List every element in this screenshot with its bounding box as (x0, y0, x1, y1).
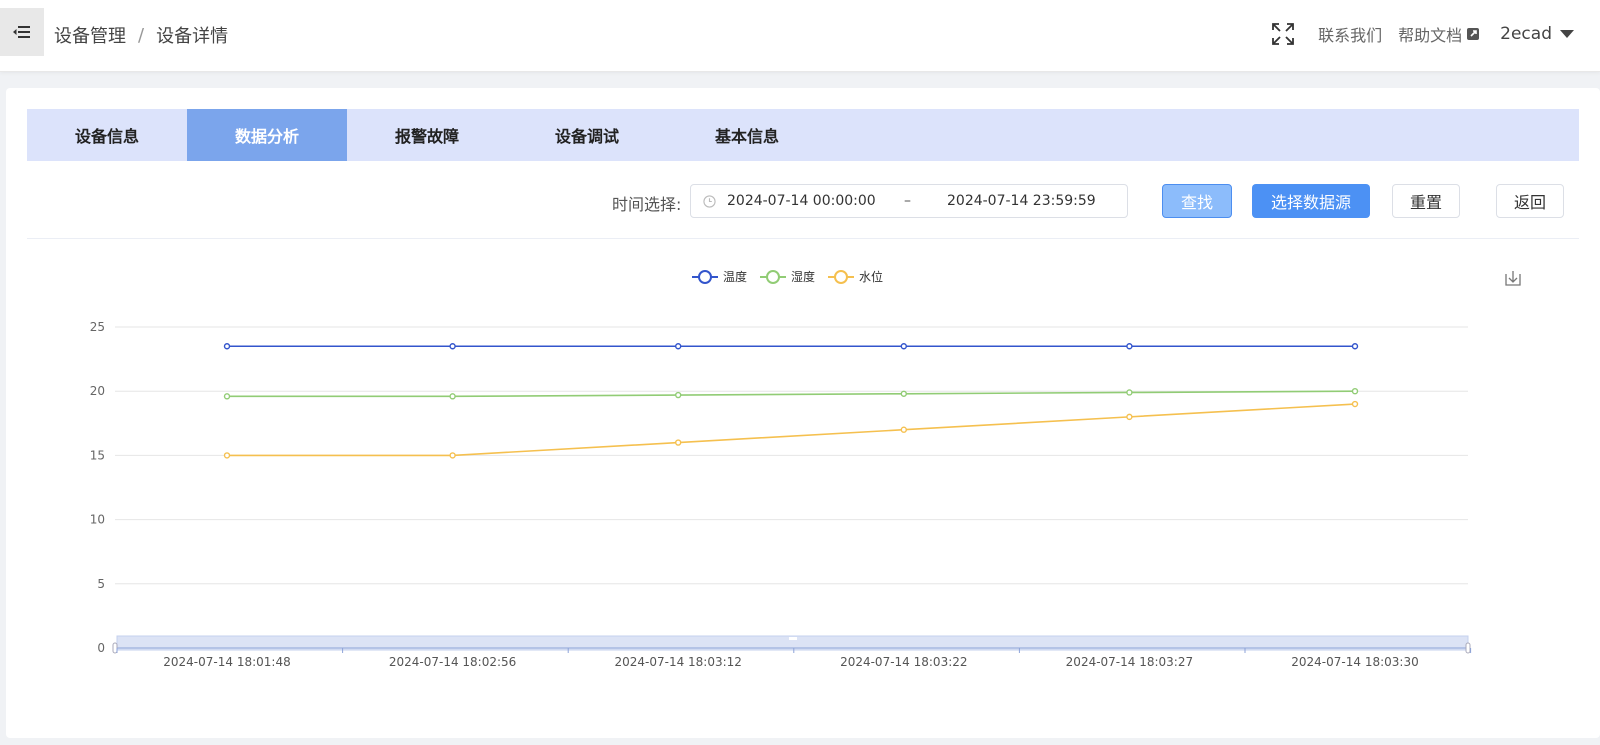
caret-down-icon (1560, 30, 1574, 38)
data-point[interactable] (223, 452, 231, 459)
menu-toggle-button[interactable] (0, 8, 44, 56)
data-point[interactable] (900, 390, 907, 397)
x-tick-label: 2024-07-14 18:03:12 (614, 655, 741, 669)
main-card: 设备信息 数据分析 报警故障 设备调试 基本信息 时间选择: 2024-07-1… (6, 88, 1600, 738)
user-menu[interactable]: 2ecad (1500, 24, 1574, 44)
breadcrumb-device-management[interactable]: 设备管理 (54, 22, 126, 48)
legend-marker[interactable] (766, 270, 780, 284)
menu-fold-icon (13, 26, 30, 38)
x-tick-label: 2024-07-14 18:01:48 (163, 655, 290, 669)
y-tick-label: 5 (97, 577, 105, 591)
data-point[interactable] (1351, 343, 1359, 350)
username: 2ecad (1500, 24, 1552, 44)
data-point[interactable] (1126, 389, 1133, 396)
data-point[interactable] (675, 439, 682, 446)
data-point[interactable] (675, 391, 682, 399)
y-tick-label: 20 (90, 384, 105, 398)
help-docs-link[interactable]: 帮助文档 (1398, 22, 1480, 46)
breadcrumb-device-detail: 设备详情 (156, 26, 229, 47)
x-tick-label: 2024-07-14 18:03:22 (840, 655, 967, 669)
series-line-1 (227, 390, 1356, 398)
external-link-icon (1467, 28, 1480, 40)
top-header: 设备管理 / 设备详情 联系我们 帮助文档 2ecad (0, 0, 1600, 72)
legend-label[interactable]: 温度 (723, 269, 747, 284)
data-point[interactable] (1126, 343, 1133, 350)
data-point[interactable] (900, 343, 907, 350)
series-line-2 (227, 403, 1356, 457)
zoom-center-handle[interactable] (789, 637, 797, 640)
y-tick-label: 10 (90, 513, 105, 527)
legend-marker[interactable] (698, 270, 712, 284)
data-point[interactable] (449, 393, 456, 400)
header-actions: 联系我们 帮助文档 2ecad (1256, 22, 1574, 46)
data-point[interactable] (449, 452, 456, 459)
data-point[interactable] (675, 343, 682, 350)
help-docs-label: 帮助文档 (1398, 26, 1463, 45)
x-tick-label: 2024-07-14 18:03:27 (1066, 655, 1193, 669)
y-tick-label: 15 (90, 448, 105, 462)
data-point[interactable] (1126, 413, 1133, 421)
data-point[interactable] (223, 393, 231, 400)
data-point[interactable] (1351, 400, 1359, 408)
contact-us-link[interactable]: 联系我们 (1318, 22, 1382, 46)
legend-label[interactable]: 水位 (859, 269, 883, 284)
data-point[interactable] (900, 426, 907, 433)
legend-marker[interactable] (834, 270, 848, 284)
breadcrumb-separator: / (138, 24, 145, 46)
breadcrumb: 设备管理 / 设备详情 (54, 22, 228, 48)
zoom-handle-left[interactable] (112, 642, 118, 654)
x-tick-label: 2024-07-14 18:02:56 (389, 655, 516, 669)
y-tick-label: 25 (90, 320, 105, 334)
zoom-handle-right[interactable] (1465, 642, 1471, 654)
y-tick-label: 0 (97, 641, 105, 655)
data-point[interactable] (223, 343, 231, 350)
legend-label[interactable]: 湿度 (791, 269, 815, 284)
data-point[interactable] (1351, 388, 1359, 395)
download-icon[interactable] (1505, 271, 1521, 286)
data-point[interactable] (449, 343, 456, 350)
line-chart: 0 5 10 15 20 25 2024-07-14 18:01:48 2024-07-14 … (90, 269, 1521, 669)
fullscreen-icon[interactable] (1272, 23, 1295, 45)
x-tick-label: 2024-07-14 18:03:30 (1291, 655, 1418, 669)
